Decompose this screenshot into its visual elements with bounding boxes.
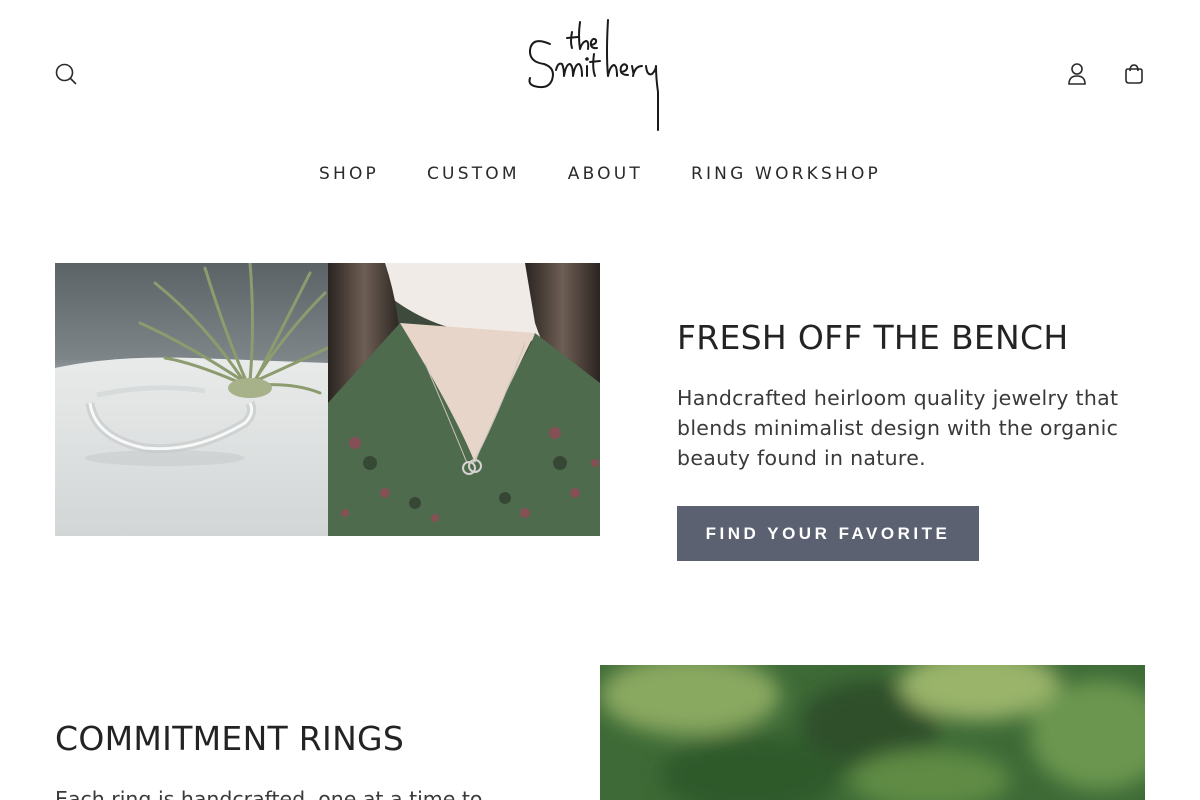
commitment-rings-title: COMMITMENT RINGS	[55, 719, 405, 758]
nav-item-shop[interactable]: SHOP	[319, 164, 379, 184]
nav-item-ring-workshop[interactable]: RING WORKSHOP	[691, 164, 881, 184]
account-icon[interactable]	[1063, 60, 1091, 88]
hero-image[interactable]	[55, 263, 600, 536]
nav-item-custom[interactable]: CUSTOM	[427, 164, 520, 184]
commitment-rings-image[interactable]	[600, 665, 1145, 800]
nav-item-about[interactable]: ABOUT	[568, 164, 643, 184]
shopping-bag-icon[interactable]	[1120, 60, 1148, 88]
hero-description: Handcrafted heirloom quality jewelry tha…	[677, 386, 1119, 470]
hero-title: FRESH OFF THE BENCH	[677, 318, 1069, 357]
search-icon[interactable]	[52, 60, 80, 88]
commitment-rings-description: Each ring is handcrafted, one at a time …	[55, 787, 483, 800]
site-logo[interactable]	[520, 14, 680, 134]
find-your-favorite-button[interactable]: FIND YOUR FAVORITE	[677, 506, 979, 561]
main-nav: SHOP CUSTOM ABOUT RING WORKSHOP	[0, 164, 1200, 184]
site-header	[0, 0, 1200, 140]
